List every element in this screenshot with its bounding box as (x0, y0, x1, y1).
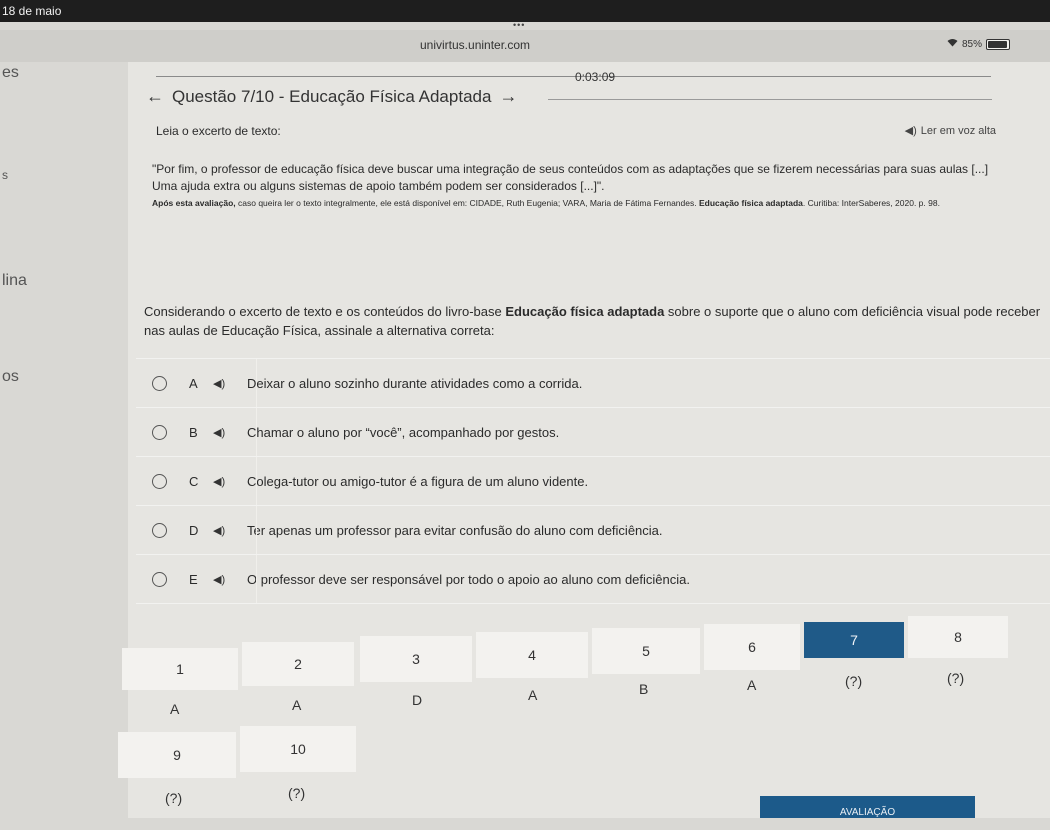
quote-text: "Por fim, o professor de educação física… (152, 162, 989, 193)
question-nav-9[interactable]: 9 (118, 732, 236, 778)
citation: Após esta avaliação, caso queira ler o t… (152, 197, 1022, 210)
question-nav-4[interactable]: 4 (476, 632, 588, 678)
timer: 0:03:09 (575, 70, 616, 84)
tab-dots-icon[interactable]: ••• (513, 20, 525, 30)
question-nav-7-current[interactable]: 7 (804, 622, 904, 658)
radio-d[interactable] (152, 522, 167, 538)
battery-percent: 85% (961, 38, 982, 50)
option-letter: D (189, 522, 199, 538)
option-text: Deixar o aluno sozinho durante atividade… (247, 375, 583, 391)
speaker-icon[interactable]: ◀) (213, 377, 233, 390)
radio-c[interactable] (152, 473, 167, 489)
speaker-icon[interactable]: ◀) (213, 475, 233, 488)
wifi-icon (947, 38, 958, 50)
stem-book: Educação física adaptada (505, 304, 665, 319)
answer-9: (?) (165, 790, 183, 806)
question-stem: Considerando o excerto de texto e os con… (144, 302, 1044, 340)
finish-evaluation-button[interactable]: AVALIAÇÃO (760, 796, 975, 818)
answer-8: (?) (947, 670, 965, 686)
arrow-right-icon[interactable]: → (499, 86, 517, 107)
browser-address-bar[interactable]: univirtus.uninter.com 85% (0, 30, 1050, 62)
sidebar-fragment-1[interactable]: es (2, 64, 19, 82)
question-nav-10[interactable]: 10 (240, 726, 356, 772)
option-d[interactable]: D ◀) Ter apenas um professor para evitar… (136, 505, 1050, 554)
question-panel: 0:03:09 ← Questão 7/10 - Educação Física… (128, 62, 1050, 818)
stem-start: Considerando o excerto de texto e os con… (144, 304, 506, 319)
speaker-icon[interactable]: ◀) (213, 524, 233, 537)
speaker-icon[interactable]: ◀) (213, 573, 233, 586)
status-bar: 18 de maio (0, 0, 1050, 22)
sidebar-fragment-3[interactable]: lina (2, 272, 27, 290)
option-letter: C (189, 473, 199, 489)
speaker-icon: ◀) (904, 125, 917, 137)
option-c[interactable]: C ◀) Colega-tutor ou amigo-tutor é a fig… (136, 456, 1050, 505)
question-nav-2[interactable]: 2 (242, 642, 354, 686)
read-aloud-button[interactable]: ◀) Ler em voz alta (904, 124, 996, 138)
radio-b[interactable] (152, 424, 167, 440)
option-text: Colega-tutor ou amigo-tutor é a figura d… (247, 473, 589, 489)
question-nav-3[interactable]: 3 (360, 636, 472, 682)
option-letter: A (189, 375, 198, 391)
option-letter: E (189, 571, 198, 587)
question-title-row: ← Questão 7/10 - Educação Física Adaptad… (146, 86, 517, 107)
answer-3: D (412, 692, 423, 708)
option-text: Chamar o aluno por “você”, acompanhado p… (247, 424, 560, 440)
option-a[interactable]: A ◀) Deixar o aluno sozinho durante ativ… (136, 358, 1050, 407)
sidebar-fragment-2[interactable]: s (2, 168, 8, 182)
arrow-left-icon[interactable]: ← (146, 86, 164, 107)
citation-book: Educação física adaptada (698, 198, 803, 208)
question-title: Questão 7/10 - Educação Física Adaptada (172, 86, 492, 106)
citation-prefix: Após esta avaliação, (152, 198, 236, 208)
status-date: 18 de maio (2, 4, 62, 18)
answer-6: A (747, 677, 757, 693)
radio-a[interactable] (152, 375, 167, 391)
speaker-icon[interactable]: ◀) (213, 426, 233, 439)
answer-1: A (170, 701, 180, 717)
title-divider (548, 99, 992, 100)
answer-7: (?) (845, 673, 863, 689)
lead-text: Leia o excerto de texto: (156, 124, 281, 138)
read-aloud-label: Ler em voz alta (920, 124, 996, 137)
citation-body: caso queira ler o texto integralmente, e… (235, 198, 699, 208)
option-text: Ter apenas um professor para evitar conf… (247, 522, 663, 538)
battery-icon (986, 38, 1010, 50)
option-letter: B (189, 424, 198, 440)
radio-e[interactable] (152, 571, 167, 587)
question-nav-8[interactable]: 8 (908, 616, 1008, 658)
question-nav-6[interactable]: 6 (704, 624, 800, 670)
sidebar-fragment-4[interactable]: os (2, 368, 19, 386)
question-nav-5[interactable]: 5 (592, 628, 700, 674)
question-nav-1[interactable]: 1 (122, 648, 238, 690)
option-b[interactable]: B ◀) Chamar o aluno por “você”, acompanh… (136, 407, 1050, 456)
header-divider (156, 76, 991, 77)
option-e[interactable]: E ◀) O professor deve ser responsável po… (136, 554, 1050, 604)
answer-10: (?) (288, 785, 306, 801)
answer-2: A (292, 697, 302, 713)
answer-4: A (528, 687, 538, 703)
battery-indicator: 85% (947, 38, 1010, 50)
options-list: A ◀) Deixar o aluno sozinho durante ativ… (136, 358, 1050, 604)
citation-end: . Curitiba: InterSaberes, 2020. p. 98. (802, 198, 940, 208)
option-text: O professor deve ser responsável por tod… (247, 571, 690, 587)
url-text: univirtus.uninter.com (420, 38, 531, 52)
answer-5: B (639, 681, 649, 697)
